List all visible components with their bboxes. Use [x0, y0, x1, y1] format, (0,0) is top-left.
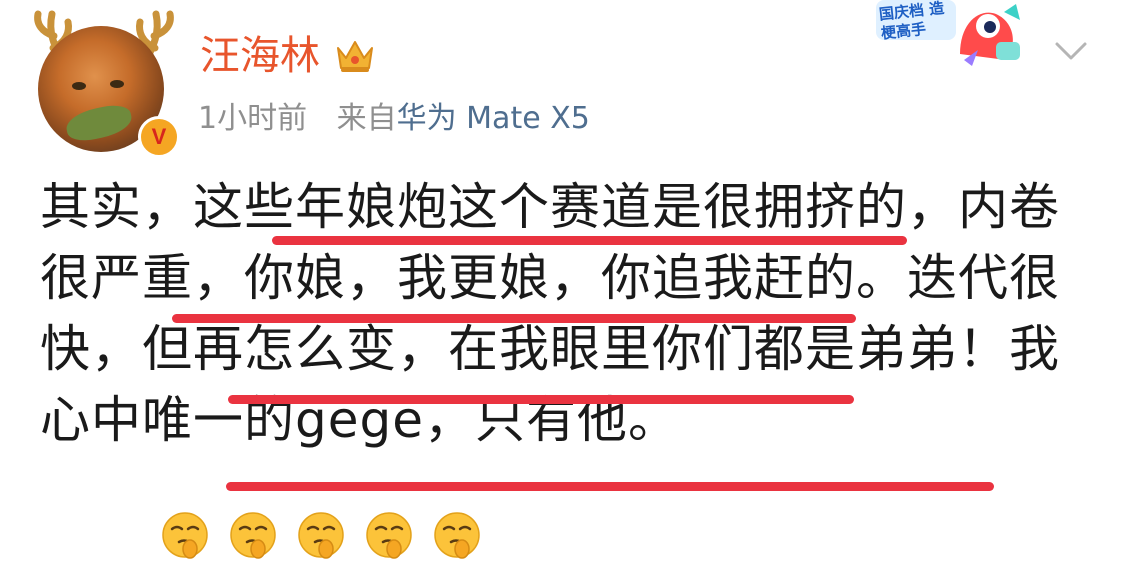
post-time: 1小时前	[198, 101, 308, 136]
shush-face-emoji-icon	[162, 512, 208, 559]
post-meta: 1小时前 来自华为 Mate X5	[198, 100, 590, 138]
promo-text: 国庆档 造梗高手	[878, 0, 945, 43]
shush-face-emoji-icon	[366, 512, 412, 559]
highlight-underline	[172, 314, 856, 323]
device-link[interactable]: 华为 Mate X5	[397, 101, 590, 136]
verified-badge-icon: V	[138, 116, 180, 158]
avatar-with-antlers[interactable]: V	[26, 6, 196, 158]
shush-face-emoji-icon	[230, 512, 276, 559]
source-prefix: 来自	[336, 101, 397, 136]
highlight-underline	[272, 236, 907, 245]
shush-face-emoji-icon	[298, 512, 344, 559]
shush-face-emoji-icon	[434, 512, 480, 559]
promo-badge[interactable]: 国庆档 造梗高手	[868, 0, 1028, 66]
highlight-underline	[226, 482, 994, 491]
post-source: 来自华为 Mate X5	[337, 101, 590, 136]
chevron-down-icon[interactable]	[1054, 40, 1088, 62]
username[interactable]: 汪海林	[200, 32, 320, 80]
highlight-underline	[228, 395, 854, 404]
emoji-row	[160, 510, 482, 560]
crown-icon[interactable]	[334, 38, 376, 74]
